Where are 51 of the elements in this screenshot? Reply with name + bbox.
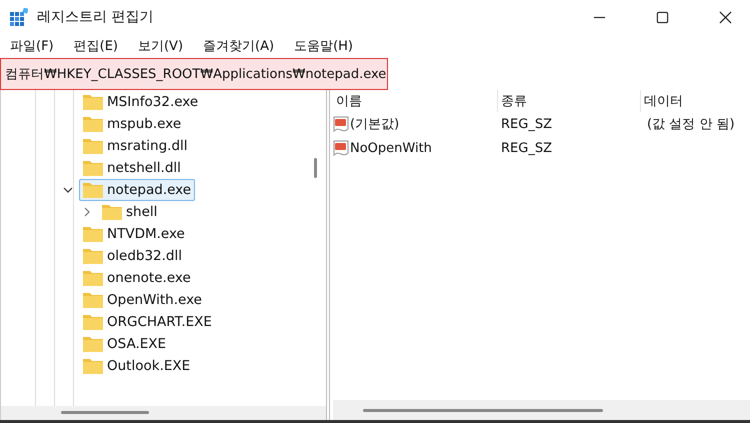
registry-app-icon xyxy=(10,8,28,26)
scrollbar-thumb[interactable] xyxy=(61,411,149,414)
menu-item[interactable]: 파일(F) xyxy=(10,37,54,55)
table-cell-text: (값 설정 안 됨) xyxy=(646,116,736,133)
column-header[interactable]: 종류 xyxy=(498,90,641,112)
tree-item[interactable]: notepad.exe xyxy=(79,179,196,201)
folder-icon xyxy=(83,182,103,198)
folder-icon xyxy=(83,138,103,154)
window-title: 레지스트리 편집기 xyxy=(37,8,154,26)
tree-item[interactable]: NTVDM.exe xyxy=(79,223,189,245)
scrollbar-thumb[interactable] xyxy=(363,409,603,412)
tree-item[interactable]: msrating.dll xyxy=(79,135,192,157)
close-icon[interactable] xyxy=(719,10,732,24)
folder-icon xyxy=(83,116,103,132)
menu-item[interactable]: 보기(V) xyxy=(138,37,184,55)
folder-icon xyxy=(83,160,103,176)
menu-item[interactable]: 편집(E) xyxy=(74,37,118,55)
tree-item[interactable]: OSA.EXE xyxy=(79,333,170,355)
column-header[interactable]: 데이터 xyxy=(641,90,750,112)
string-value-icon xyxy=(333,116,349,132)
scrollbar-thumb[interactable] xyxy=(314,158,317,178)
string-value-icon xyxy=(333,140,349,156)
tree-item[interactable]: onenote.exe xyxy=(79,267,195,289)
address-field[interactable]: 컴퓨터₩HKEY_CLASSES_ROOT₩Applications₩notepad.exe xyxy=(0,58,388,90)
tree-item[interactable]: MSInfo32.exe xyxy=(79,91,202,113)
menu-item[interactable]: 즐겨찾기(A) xyxy=(203,37,274,55)
tree-item[interactable]: shell xyxy=(98,201,162,223)
folder-icon xyxy=(83,314,103,330)
folder-icon xyxy=(83,292,103,308)
folder-icon xyxy=(83,336,103,352)
folder-icon xyxy=(83,226,103,242)
table-cell-text: REG_SZ xyxy=(500,116,553,132)
folder-icon xyxy=(83,358,103,374)
folder-icon xyxy=(83,94,103,110)
maximize-icon[interactable] xyxy=(656,10,669,24)
folder-icon xyxy=(83,248,103,264)
column-header[interactable]: 이름 xyxy=(333,90,498,112)
tree-item[interactable]: oledb32.dll xyxy=(79,245,186,267)
folder-icon xyxy=(102,204,122,220)
tree-item[interactable]: mspub.exe xyxy=(79,113,186,135)
table-cell-text: REG_SZ xyxy=(500,140,553,156)
value-name: NoOpenWith xyxy=(350,140,432,156)
tree-item[interactable]: netshell.dll xyxy=(79,157,185,179)
folder-icon xyxy=(83,270,103,286)
tree-item[interactable]: ORGCHART.EXE xyxy=(79,311,216,333)
chevron-right-icon[interactable] xyxy=(82,207,92,217)
tree-item[interactable]: OpenWith.exe xyxy=(79,289,206,311)
value-name: (기본값) xyxy=(350,116,400,133)
chevron-down-icon[interactable] xyxy=(63,185,73,195)
menu-item[interactable]: 도움말(H) xyxy=(294,37,353,55)
tree-item[interactable]: Outlook.EXE xyxy=(79,355,194,377)
